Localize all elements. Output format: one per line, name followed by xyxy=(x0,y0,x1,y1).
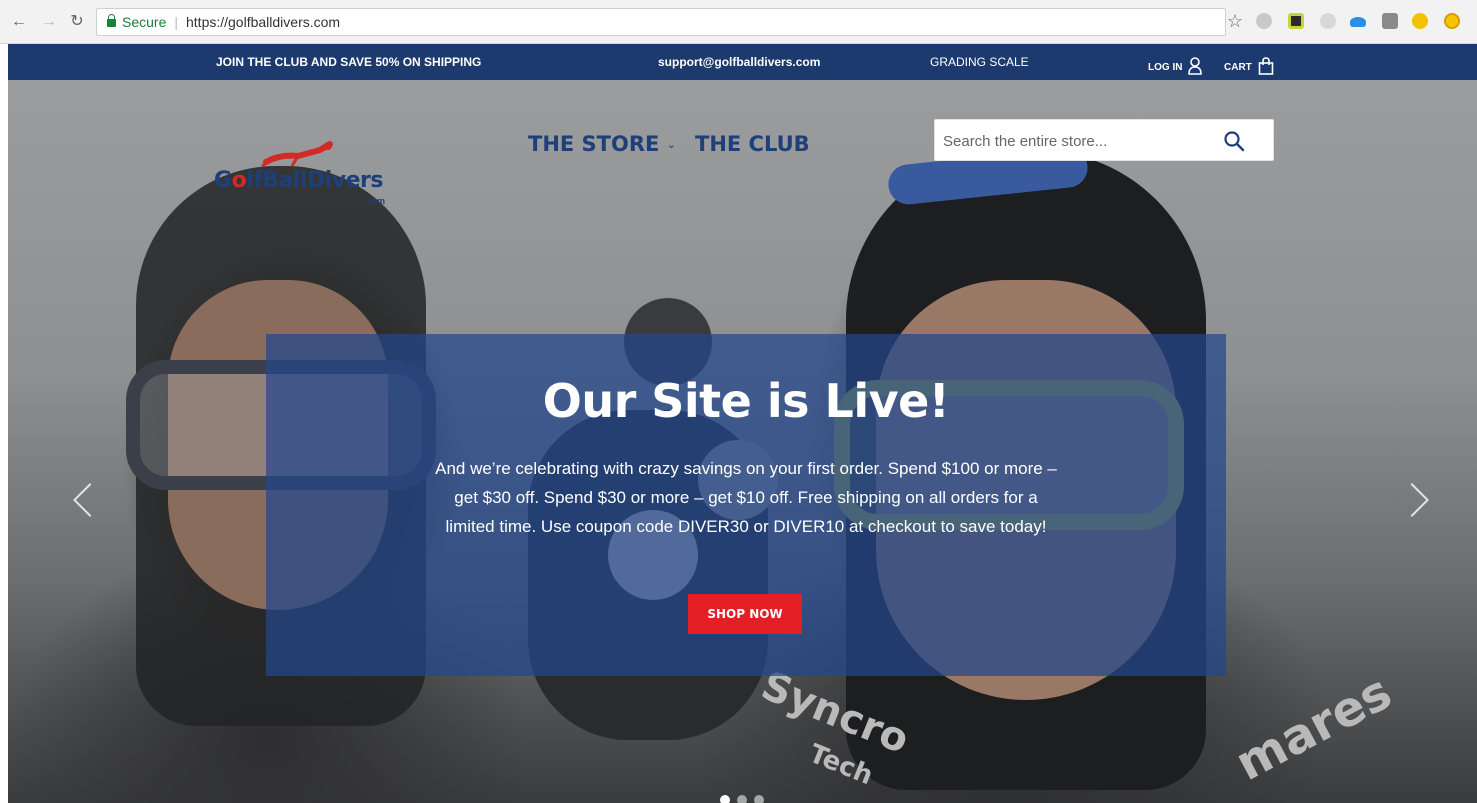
extension-drive-icon[interactable] xyxy=(1256,13,1272,29)
logo-com: .com xyxy=(364,196,386,206)
website: JOIN THE CLUB AND SAVE 50% ON SHIPPING s… xyxy=(8,44,1477,803)
login-link[interactable]: LOG IN xyxy=(1148,57,1203,75)
nav-the-store[interactable]: THE STORE ⌄ xyxy=(528,132,676,156)
address-bar[interactable]: Secure | https://golfballdivers.com xyxy=(96,8,1226,36)
cart-label: CART xyxy=(1224,62,1252,73)
nav-the-store-label: THE STORE xyxy=(528,132,660,156)
slider-dots xyxy=(720,792,771,803)
shopping-bag-icon xyxy=(1258,57,1273,75)
announcement-bar: JOIN THE CLUB AND SAVE 50% ON SHIPPING s… xyxy=(8,44,1477,80)
user-icon xyxy=(1188,57,1203,75)
grading-scale-link[interactable]: GRADING SCALE xyxy=(930,55,1029,69)
suit-brand-text: mares xyxy=(1226,664,1401,792)
slider-dot[interactable] xyxy=(754,795,764,803)
join-club-link[interactable]: JOIN THE CLUB AND SAVE 50% ON SHIPPING xyxy=(216,55,481,69)
nav-the-club[interactable]: THE CLUB xyxy=(695,132,810,156)
login-label: LOG IN xyxy=(1148,62,1183,73)
slider-dot[interactable] xyxy=(737,795,747,803)
diver-logo-icon xyxy=(261,141,333,168)
cart-link[interactable]: CART xyxy=(1224,57,1274,75)
reload-icon[interactable]: ↻ xyxy=(68,12,86,32)
slider-dot[interactable] xyxy=(720,795,730,803)
slider-prev-arrow[interactable] xyxy=(68,480,92,520)
logo-wordmark: GolfBallDivers xyxy=(214,168,384,193)
search-input[interactable] xyxy=(943,130,1213,152)
extension-home-icon[interactable] xyxy=(1444,13,1460,29)
search-icon[interactable] xyxy=(1223,130,1245,152)
slider-next-arrow[interactable] xyxy=(1406,480,1430,520)
forward-arrow-icon[interactable]: → xyxy=(40,12,58,32)
hero-caption: Our Site is Live! And we’re celebrating … xyxy=(266,334,1226,676)
back-arrow-icon[interactable]: ← xyxy=(10,12,28,32)
extension-yellow-icon[interactable] xyxy=(1412,13,1428,29)
extension-gray-icon[interactable] xyxy=(1320,13,1336,29)
hero-title: Our Site is Live! xyxy=(542,374,950,428)
extension-box-icon[interactable] xyxy=(1382,13,1398,29)
hero-body: And we’re celebrating with crazy savings… xyxy=(435,459,1057,536)
url-text: https://golfballdivers.com xyxy=(186,14,341,30)
secure-label: Secure xyxy=(122,14,167,30)
search-box xyxy=(934,119,1274,161)
shop-now-button[interactable]: SHOP NOW xyxy=(688,594,802,634)
extension-cloud-icon[interactable] xyxy=(1350,17,1366,27)
support-email-link[interactable]: support@golfballdivers.com xyxy=(658,55,820,69)
browser-toolbar: ← → ↻ Secure | https://golfballdivers.com … xyxy=(0,0,1477,44)
bookmark-star-icon[interactable]: ☆ xyxy=(1226,11,1244,31)
site-logo[interactable]: GolfBallDivers .com xyxy=(214,140,394,210)
extension-camera-icon[interactable] xyxy=(1288,13,1304,29)
hero-slider: Syncro Tech mares GolfBallDivers .com TH… xyxy=(8,80,1477,803)
lock-icon xyxy=(107,14,116,27)
main-header: GolfBallDivers .com THE STORE ⌄ THE CLUB xyxy=(8,80,1477,210)
chevron-down-icon: ⌄ xyxy=(666,138,676,151)
